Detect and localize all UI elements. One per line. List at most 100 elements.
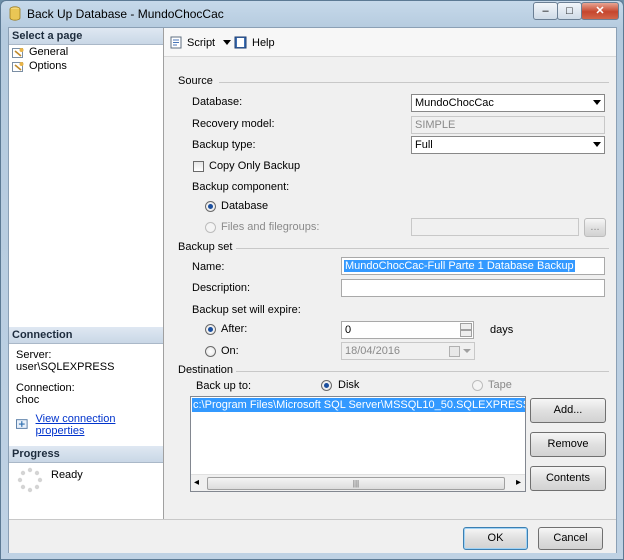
database-select-value: MundoChocCac [415,97,494,109]
backup-type-label: Backup type: [192,139,256,151]
expire-after-label: After: [221,323,248,335]
progress-header: Progress [9,446,163,463]
component-database-radio[interactable] [205,201,216,212]
title-bar: Back Up Database - MundoChocCac – □ ✕ [1,1,623,27]
expire-days-value: 0 [345,324,352,336]
browse-label: ... [590,221,600,233]
spin-up-icon[interactable] [460,323,472,330]
cancel-label: Cancel [553,532,588,544]
database-select[interactable]: MundoChocCac [411,94,605,112]
contents-label: Contents [545,472,591,484]
progress-section: Progress Ready [9,446,163,493]
copy-only-checkbox[interactable] [193,161,204,172]
progress-spinner-icon [17,467,43,493]
chevron-down-icon [593,142,601,147]
script-dropdown-icon[interactable] [223,40,232,45]
ok-label: OK [487,532,504,544]
server-value: user\SQLEXPRESS [16,361,115,373]
dialog-client-area: Select a page General Options Connection… [8,27,617,553]
backup-name-input[interactable]: MundoChocCac-Full Parte 1 Database Backu… [341,257,605,275]
destination-path-item[interactable]: c:\Program Files\Microsoft SQL Server\MS… [192,398,525,412]
copy-only-label: Copy Only Backup [209,160,301,172]
source-divider [219,82,609,83]
disk-label: Disk [338,379,360,391]
connection-label: Connection: [16,382,75,394]
remove-button[interactable]: Remove [530,432,606,457]
maximize-icon: □ [566,5,573,17]
close-button[interactable]: ✕ [581,2,619,20]
tape-radio[interactable] [472,380,483,391]
scroll-left-icon[interactable]: ◂ [194,477,199,488]
expire-after-radio[interactable] [205,324,216,335]
help-button[interactable]: Help [234,36,275,49]
right-pane: Script Help Source Database: MundoChocCa… [164,28,616,519]
page-item-label: General [29,46,69,58]
expire-date-picker[interactable]: 18/04/2016 [341,342,475,360]
progress-status: Ready [51,469,83,481]
add-label: Add... [553,404,583,416]
expire-days-input[interactable]: 0 [341,321,474,339]
page-wrench-icon [12,47,24,58]
backup-type-select[interactable]: Full [411,136,605,154]
ok-button[interactable]: OK [463,527,528,550]
page-wrench-icon [12,61,24,72]
maximize-button[interactable]: □ [557,2,582,20]
left-pane: Select a page General Options Connection… [9,28,164,519]
view-connection-properties-link[interactable]: View connection properties [16,413,163,437]
destination-header: Destination [178,364,234,376]
days-label: days [490,324,514,336]
calendar-icon [449,346,460,357]
filegroups-browse-button[interactable]: ... [584,218,606,237]
view-connection-properties-text: View connection properties [35,413,116,437]
minimize-button[interactable]: – [533,2,558,20]
backup-name-value: MundoChocCac-Full Parte 1 Database Backu… [344,260,575,272]
dialog-footer: OK Cancel [9,519,616,553]
destination-divider [236,371,609,372]
backup-database-window: Back Up Database - MundoChocCac – □ ✕ Se… [0,0,624,560]
backup-component-label: Backup component: [192,181,290,193]
scrollbar-thumb[interactable]: ||| [207,477,505,490]
expire-on-label: On: [221,345,239,357]
page-item-label: Options [29,60,67,72]
select-page-header: Select a page [9,28,163,45]
scroll-right-icon[interactable]: ▸ [516,477,521,488]
minimize-icon: – [542,5,549,17]
help-book-icon [234,36,247,49]
backup-type-value: Full [415,139,433,151]
connection-header: Connection [9,327,163,344]
page-item-options[interactable]: Options [12,59,67,73]
spin-down-icon[interactable] [460,330,472,337]
disk-radio[interactable] [321,380,332,391]
filegroups-field [411,218,579,236]
recovery-model-label: Recovery model: [192,118,275,130]
destination-list[interactable]: c:\Program Files\Microsoft SQL Server\MS… [190,396,526,492]
description-label: Description: [192,282,251,294]
name-label: Name: [192,261,225,273]
component-files-label: Files and filegroups: [221,221,320,233]
remove-label: Remove [547,438,589,450]
horizontal-scrollbar[interactable]: ◂ ||| ▸ [191,474,525,491]
backup-set-divider [236,248,609,249]
chevron-down-icon [463,349,471,353]
add-button[interactable]: Add... [530,398,606,423]
expire-on-radio[interactable] [205,346,216,357]
database-icon [9,6,21,21]
chevron-down-icon [593,100,601,105]
expire-date-value: 18/04/2016 [345,345,401,357]
database-label: Database: [192,96,243,108]
cancel-button[interactable]: Cancel [538,527,603,550]
script-button[interactable]: Script [170,36,232,49]
component-files-radio[interactable] [205,222,216,233]
page-item-general[interactable]: General [12,45,68,59]
source-header: Source [178,75,213,87]
connection-value: choc [16,394,40,406]
contents-button[interactable]: Contents [530,466,606,491]
toolbar: Script Help [164,28,616,57]
description-input[interactable] [341,279,605,297]
connection-properties-icon [16,419,28,429]
close-icon: ✕ [595,5,605,17]
server-label: Server: [16,349,52,361]
component-database-label: Database [221,200,269,212]
connection-section: Connection Server: user\SQLEXPRESS Conne… [9,327,163,437]
help-label: Help [252,36,275,49]
